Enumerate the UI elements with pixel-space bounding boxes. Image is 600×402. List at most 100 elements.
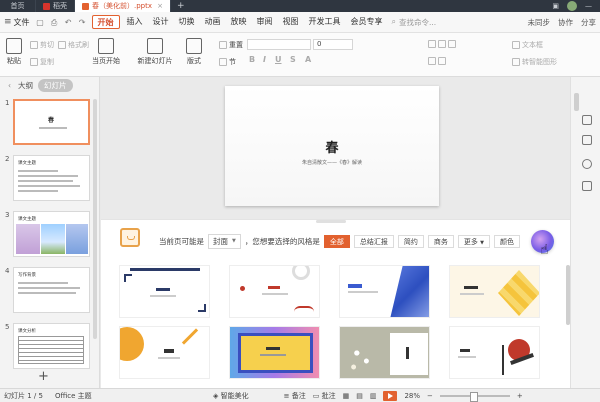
line-spacing-icon[interactable] bbox=[428, 57, 446, 65]
text-box-button[interactable]: 文本框 bbox=[512, 40, 543, 50]
underline-icon[interactable]: U bbox=[275, 55, 282, 64]
slide-thumbnail-5[interactable]: 5 课文分析 bbox=[0, 323, 100, 371]
thumbnail-title: 课文主题 bbox=[18, 161, 36, 166]
font-size-field[interactable]: 0 bbox=[313, 39, 353, 50]
collapse-panel-icon[interactable]: ‹ bbox=[8, 81, 11, 90]
layout-button[interactable]: 版式 bbox=[184, 38, 204, 66]
zoom-in-icon[interactable]: + bbox=[517, 392, 523, 400]
paste-label: 粘贴 bbox=[7, 57, 21, 65]
style-chip-more[interactable]: 更多 ▼ bbox=[457, 234, 490, 248]
slide-title[interactable]: 春 bbox=[225, 137, 439, 156]
cut-button[interactable]: 剪切 bbox=[30, 40, 54, 50]
template-card-7[interactable] bbox=[339, 326, 430, 379]
format-painter-button[interactable]: 格式刷 bbox=[58, 40, 89, 50]
menu-slideshow[interactable]: 放映 bbox=[226, 15, 252, 29]
properties-icon[interactable] bbox=[582, 115, 592, 125]
new-tab-button[interactable]: + bbox=[171, 0, 191, 12]
close-tab-icon[interactable]: × bbox=[157, 2, 163, 10]
thumbnail-scrollbar[interactable] bbox=[93, 99, 97, 339]
template-card-8[interactable] bbox=[449, 326, 540, 379]
reset-button[interactable]: 重置 bbox=[219, 40, 243, 50]
menu-design[interactable]: 设计 bbox=[148, 15, 174, 29]
font-color-icon[interactable]: A bbox=[305, 55, 311, 64]
template-card-2[interactable] bbox=[229, 265, 320, 318]
zoom-out-icon[interactable]: − bbox=[427, 392, 433, 400]
menu-icon[interactable]: ≡ bbox=[4, 17, 12, 27]
collaborate-button[interactable]: 协作 bbox=[558, 17, 573, 28]
smart-beautify-button[interactable]: ◈ 智能美化 bbox=[213, 391, 249, 401]
tab-outline[interactable]: 大纲 bbox=[18, 80, 33, 91]
home-tab[interactable]: 首页 bbox=[0, 0, 36, 12]
sync-status[interactable]: 未同步 bbox=[528, 17, 551, 28]
template-card-1[interactable] bbox=[119, 265, 210, 318]
add-slide-button[interactable]: + bbox=[38, 369, 49, 384]
backup-icon[interactable] bbox=[582, 181, 592, 191]
slide-thumbnail-2[interactable]: 2 课文主题 bbox=[0, 155, 100, 203]
paste-button[interactable]: 粘贴 bbox=[4, 38, 24, 66]
panel-drag-handle[interactable] bbox=[316, 220, 346, 223]
play-slideshow-button[interactable] bbox=[383, 391, 398, 401]
menu-transition[interactable]: 切换 bbox=[174, 15, 200, 29]
ribbon-toolbar: 粘贴 剪切 复制 格式刷 当页开始 新建幻灯片 版式 重置 节 0 B I U … bbox=[0, 33, 600, 77]
color-filter[interactable]: 颜色 bbox=[493, 234, 520, 248]
reading-view-icon[interactable]: ▥ bbox=[370, 392, 377, 400]
align-left-icon[interactable] bbox=[428, 40, 456, 48]
menu-insert[interactable]: 插入 bbox=[122, 15, 148, 29]
canvas-scrollbar[interactable] bbox=[574, 93, 579, 111]
sorter-view-icon[interactable]: ▤ bbox=[356, 392, 363, 400]
command-search[interactable]: ⌕ 查找命令... bbox=[392, 17, 437, 28]
slide-subtitle[interactable]: 朱自清散文——《春》解读 bbox=[225, 159, 439, 166]
style-chip-simple[interactable]: 简约 bbox=[397, 234, 424, 248]
redo-icon[interactable]: ↷ bbox=[78, 18, 87, 27]
slide-thumbnail-1[interactable]: 1 春 bbox=[0, 99, 100, 147]
smart-graphic-button[interactable]: 转智能图形 bbox=[512, 57, 557, 67]
normal-view-icon[interactable]: ▦ bbox=[343, 392, 350, 400]
template-card-5[interactable] bbox=[119, 326, 210, 379]
from-current-label: 当页开始 bbox=[92, 57, 120, 65]
slide-thumbnail-3[interactable]: 3 课文主题 bbox=[0, 211, 100, 259]
document-tab[interactable]: 春（美化前）.pptx × bbox=[75, 0, 171, 12]
print-icon[interactable]: ⎙ bbox=[50, 18, 59, 27]
slide-thumbnail-4[interactable]: 4 写作背景 bbox=[0, 267, 100, 315]
file-menu[interactable]: 文件 bbox=[14, 17, 30, 28]
layout-icon[interactable]: ▣ bbox=[552, 2, 559, 10]
menu-view[interactable]: 视图 bbox=[278, 15, 304, 29]
zoom-slider[interactable] bbox=[439, 392, 510, 402]
strikethrough-icon[interactable]: S bbox=[290, 55, 296, 64]
animation-icon[interactable] bbox=[582, 135, 592, 145]
menu-review[interactable]: 审阅 bbox=[252, 15, 278, 29]
undo-icon[interactable]: ↶ bbox=[64, 18, 73, 27]
text-box-icon bbox=[512, 41, 520, 49]
template-card-4[interactable] bbox=[449, 265, 540, 318]
comments-button[interactable]: ▭ 批注 bbox=[313, 391, 336, 401]
style-chip-business[interactable]: 商务 bbox=[427, 234, 454, 248]
share-button[interactable]: 分享 bbox=[581, 17, 596, 28]
new-slide-button[interactable]: 新建幻灯片 bbox=[135, 38, 175, 66]
search-placeholder: 查找命令... bbox=[399, 17, 437, 27]
docer-tab[interactable]: 稻壳 bbox=[36, 0, 75, 12]
save-icon[interactable]: ▢ bbox=[36, 18, 45, 27]
page-type-dropdown[interactable]: 封面 ▼ bbox=[208, 233, 241, 249]
tab-slides[interactable]: 幻灯片 bbox=[38, 78, 73, 92]
minimize-icon[interactable]: — bbox=[585, 2, 592, 10]
copy-button[interactable]: 复制 bbox=[30, 57, 54, 67]
help-icon[interactable] bbox=[582, 159, 592, 169]
avatar[interactable] bbox=[567, 1, 577, 11]
style-chip-summary[interactable]: 总结汇报 bbox=[353, 234, 394, 248]
zoom-level[interactable]: 28% bbox=[404, 392, 420, 400]
section-button[interactable]: 节 bbox=[219, 57, 236, 67]
menu-start[interactable]: 开始 bbox=[91, 15, 120, 29]
template-card-3[interactable] bbox=[339, 265, 430, 318]
italic-icon[interactable]: I bbox=[263, 55, 266, 64]
from-current-button[interactable]: 当页开始 bbox=[89, 38, 123, 66]
bold-icon[interactable]: B bbox=[249, 55, 255, 64]
menu-animation[interactable]: 动画 bbox=[200, 15, 226, 29]
menu-member[interactable]: 会员专享 bbox=[346, 15, 388, 29]
template-card-6[interactable] bbox=[229, 326, 320, 379]
current-slide[interactable]: 春 朱自清散文——《春》解读 bbox=[225, 86, 439, 206]
style-chip-all[interactable]: 全部 bbox=[323, 234, 350, 248]
notes-button[interactable]: ≡ 备注 bbox=[284, 391, 306, 401]
menu-developer[interactable]: 开发工具 bbox=[304, 15, 346, 29]
font-name-field[interactable] bbox=[247, 39, 311, 50]
menu-bar: ≡ 文件 ▢ ⎙ ↶ ↷ 开始 插入 设计 切换 动画 放映 审阅 视图 开发工… bbox=[0, 12, 600, 33]
